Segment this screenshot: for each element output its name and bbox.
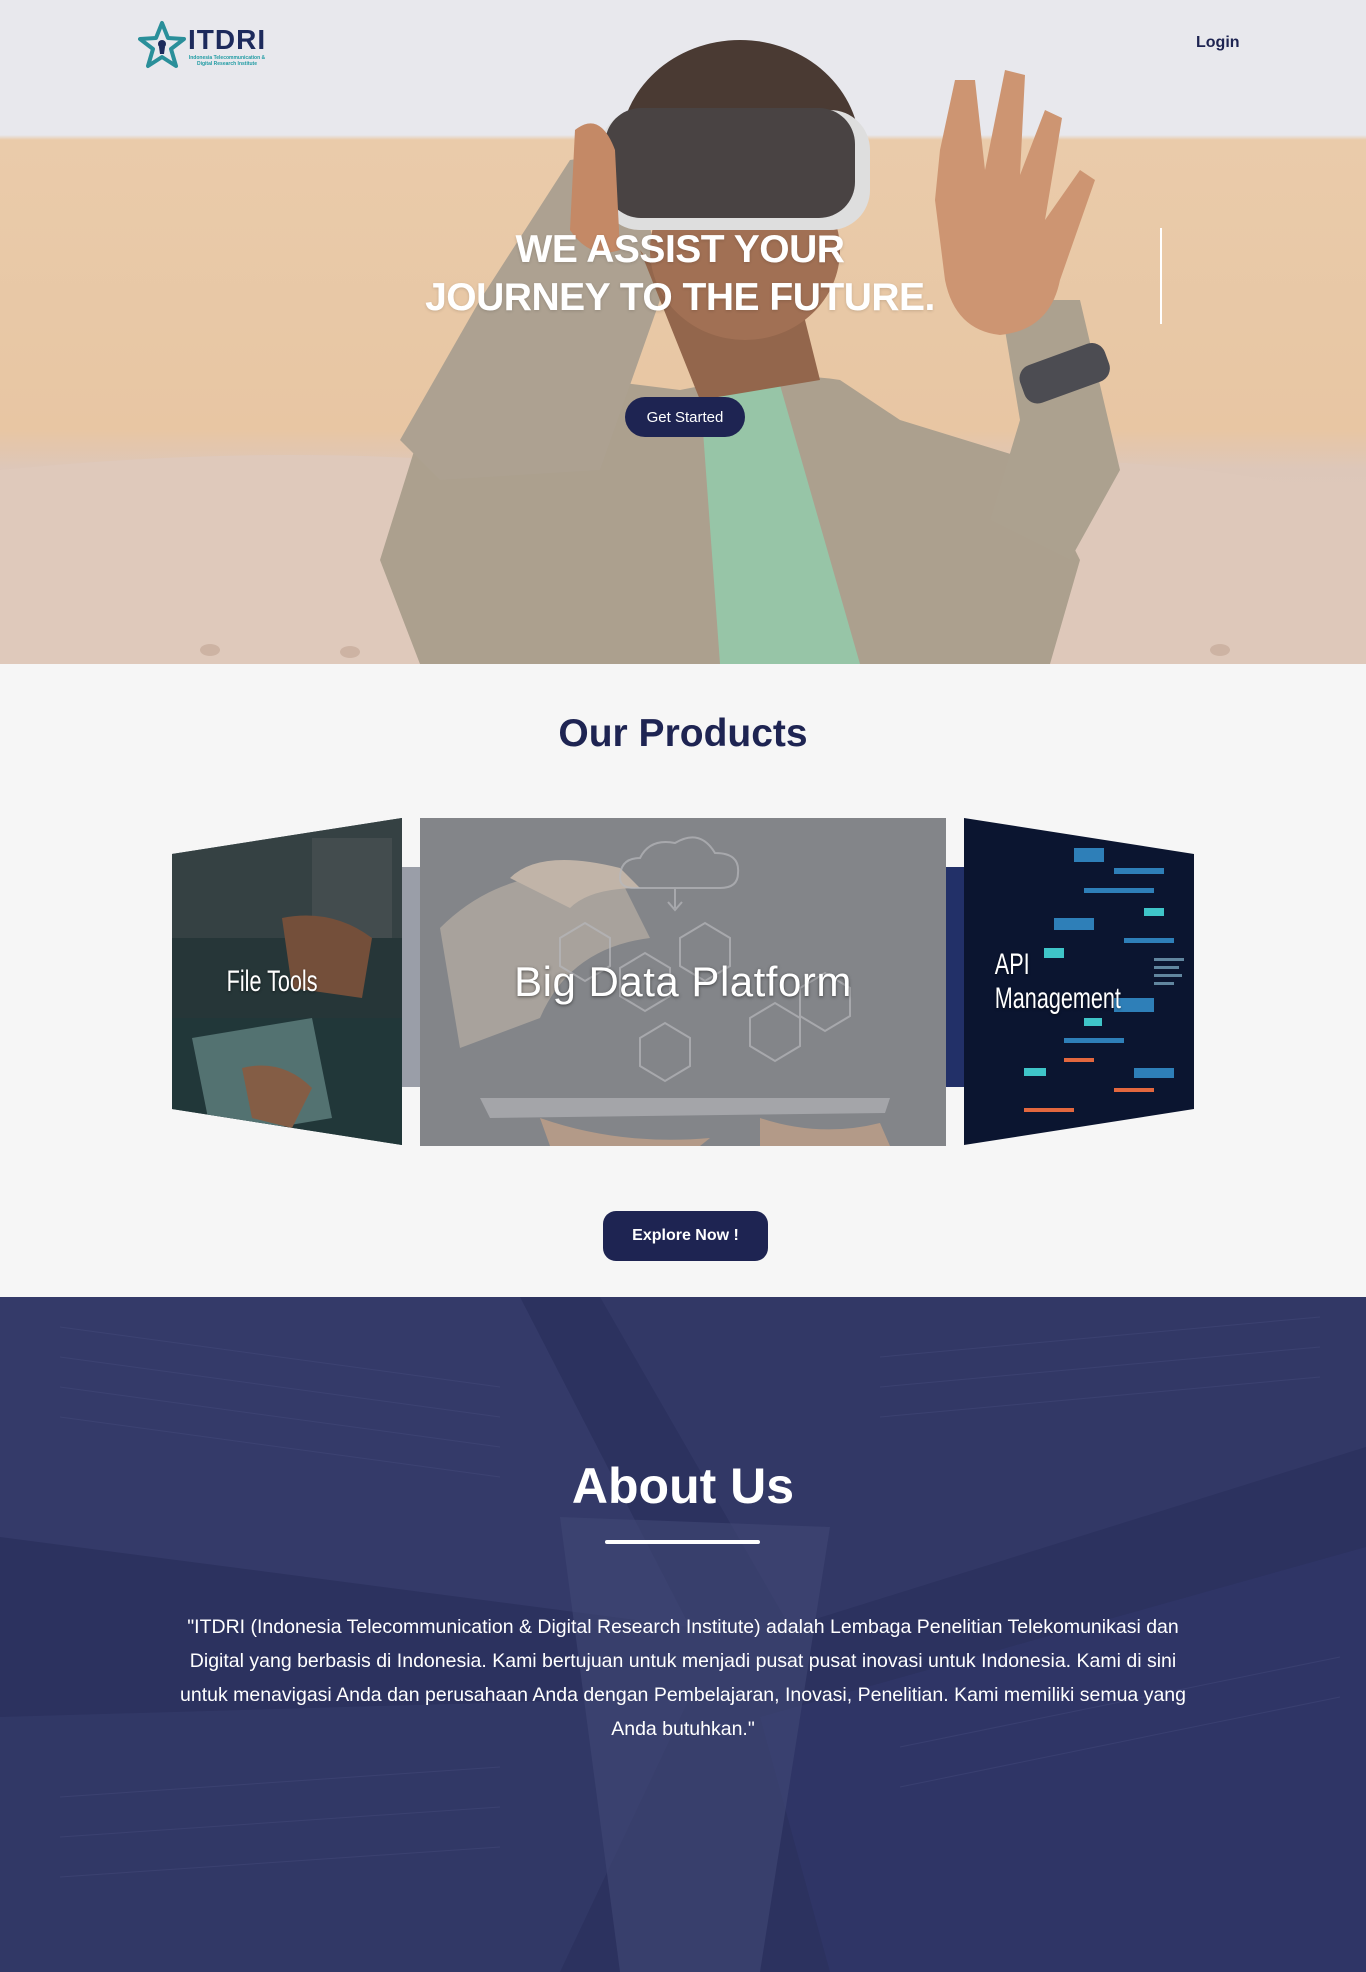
login-link[interactable]: Login — [1196, 34, 1240, 52]
carousel-peek-right — [946, 867, 964, 1087]
get-started-button[interactable]: Get Started — [625, 397, 745, 437]
hero-divider — [1160, 228, 1162, 324]
product-card-api-management[interactable]: API Management — [964, 818, 1194, 1145]
product-card-big-data-platform[interactable]: Big Data Platform — [420, 818, 946, 1146]
logo-subtitle: Indonesia Telecommunication & Digital Re… — [188, 55, 266, 67]
products-section: Our Products File Tools Big Data Platfor… — [0, 664, 1366, 1297]
carousel-peek-left — [402, 867, 420, 1087]
product-card-file-tools[interactable]: File Tools — [172, 818, 402, 1145]
product-card-label: File Tools — [226, 964, 318, 998]
product-card-label: API Management — [994, 947, 1121, 1015]
hero-overlay — [0, 0, 1366, 664]
product-card-label: Big Data Platform — [514, 958, 852, 1005]
logo[interactable]: ITDRI Indonesia Telecommunication & Digi… — [138, 20, 278, 76]
hero-title: WE ASSIST YOUR JOURNEY TO THE FUTURE. — [380, 226, 980, 322]
about-underline — [605, 1540, 760, 1544]
hero-section: ITDRI Indonesia Telecommunication & Digi… — [0, 0, 1366, 664]
logo-wordmark: ITDRI — [188, 24, 267, 55]
explore-now-button[interactable]: Explore Now ! — [603, 1211, 768, 1261]
logo-star-icon — [138, 21, 186, 68]
hero-title-line-1: WE ASSIST YOUR — [515, 228, 845, 271]
hero-title-line-2: JOURNEY TO THE FUTURE. — [425, 276, 935, 319]
products-carousel[interactable]: File Tools Big Data Platform API Managem… — [0, 664, 1366, 1297]
about-title: About Us — [571, 1458, 795, 1514]
about-section: About Us "ITDRI (Indonesia Telecommunica… — [0, 1297, 1366, 1972]
about-description: "ITDRI (Indonesia Telecommunication & Di… — [180, 1616, 1186, 1740]
